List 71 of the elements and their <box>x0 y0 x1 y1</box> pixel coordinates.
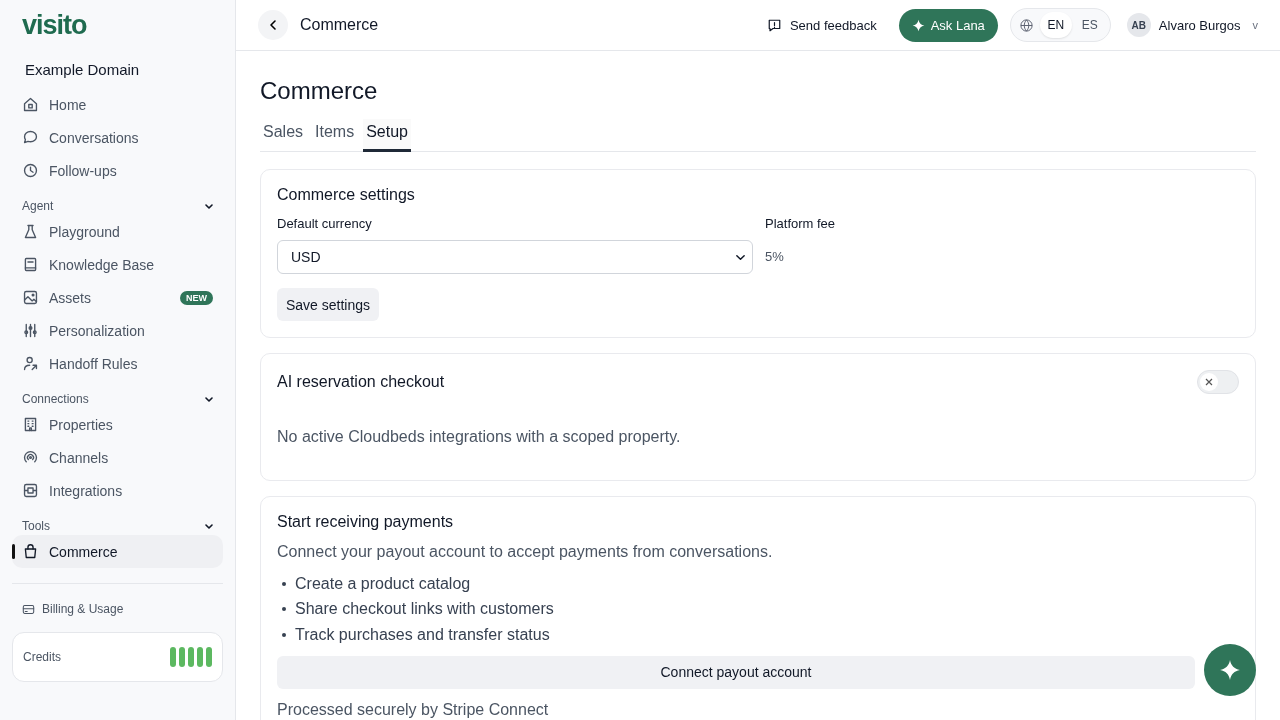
book-icon <box>22 256 39 273</box>
sidebar-item[interactable]: Playground <box>12 215 223 248</box>
bullet-icon <box>282 632 286 637</box>
new-badge: NEW <box>180 290 213 305</box>
sidebar-item[interactable]: Personalization <box>12 314 223 347</box>
section-label: Tools <box>22 519 50 533</box>
image-icon <box>22 289 39 306</box>
fee-value: 5% <box>765 249 785 264</box>
language-option[interactable]: ES <box>1073 12 1106 38</box>
billing-link[interactable]: Billing & Usage <box>12 596 223 622</box>
footnote: Processed securely by Stripe Connect <box>277 700 550 719</box>
card-title: Commerce settings <box>277 186 416 204</box>
close-icon <box>1205 378 1213 386</box>
bullet-icon <box>282 607 286 612</box>
page-heading: Commerce <box>260 77 379 105</box>
chevron-left-icon <box>267 19 279 31</box>
description: Connect your payout account to accept payments from conversations. <box>277 543 774 561</box>
shopping-bag-icon <box>22 543 39 560</box>
currency-select[interactable]: USD <box>277 240 753 274</box>
message-alert-icon <box>766 17 782 33</box>
sidebar-item[interactable]: Handoff Rules <box>12 347 223 380</box>
field-label: Default currency <box>277 216 373 231</box>
sparkle-icon <box>911 18 925 32</box>
chat-bubble-icon <box>22 129 39 146</box>
user-menu-caret[interactable]: v <box>1252 19 1258 31</box>
sliders-icon <box>22 322 39 339</box>
field-label: Platform fee <box>765 216 836 231</box>
tab[interactable]: Items <box>312 119 358 152</box>
credits-label: Credits <box>23 650 61 664</box>
language-option[interactable]: EN <box>1039 12 1072 38</box>
section-label: Agent <box>22 199 54 213</box>
toggle-switch[interactable] <box>1197 370 1239 394</box>
sidebar-item[interactable]: Properties <box>12 408 223 441</box>
user-name[interactable]: Alvaro Burgos <box>1158 17 1241 33</box>
sidebar-item[interactable]: Follow-ups <box>12 154 223 187</box>
assistant-button[interactable] <box>1204 644 1256 696</box>
sidebar-item[interactable]: Assets NEW <box>12 281 223 314</box>
building-icon <box>22 416 39 433</box>
flask-icon <box>22 223 39 240</box>
back-button[interactable] <box>258 10 288 40</box>
save-button[interactable]: Save settings <box>277 288 380 321</box>
tab[interactable]: Sales <box>260 119 307 152</box>
section-label: Connections <box>22 392 89 406</box>
globe-icon <box>1018 17 1034 33</box>
feature-item: Share checkout links with customers <box>295 600 554 619</box>
connect-button[interactable]: Connect payout account <box>277 655 1195 689</box>
ask-assistant-button[interactable]: Ask Lana <box>898 8 998 42</box>
card-title: Start receiving payments <box>277 513 455 531</box>
feature-item: Create a product catalog <box>295 574 471 593</box>
person-arrow-icon <box>22 355 39 372</box>
sidebar-item[interactable]: Home <box>12 88 223 121</box>
user-avatar: AB <box>1126 13 1151 37</box>
card-icon <box>22 602 35 616</box>
bullet-icon <box>282 581 286 586</box>
clock-icon <box>22 162 39 179</box>
tab[interactable]: Setup <box>363 119 411 152</box>
status-message: No active Cloudbeds integrations with a scoped property. <box>277 428 682 446</box>
page-title: Commerce <box>300 16 380 34</box>
home-icon <box>22 96 39 113</box>
sidebar-item[interactable]: Channels <box>12 441 223 474</box>
sidebar-item[interactable]: Conversations <box>12 121 223 154</box>
sidebar-item[interactable]: Knowledge Base <box>12 248 223 281</box>
sparkle-icon <box>1219 659 1241 681</box>
logo[interactable]: visito <box>22 10 223 41</box>
integration-icon <box>22 482 39 499</box>
feature-item: Track purchases and transfer status <box>295 625 550 644</box>
sidebar-item[interactable]: Commerce <box>12 535 223 568</box>
workspace-name[interactable]: Example Domain <box>25 61 223 78</box>
feedback-button[interactable]: Send feedback <box>756 17 887 33</box>
sidebar-item[interactable]: Integrations <box>12 474 223 507</box>
card-title: AI reservation checkout <box>277 373 445 391</box>
